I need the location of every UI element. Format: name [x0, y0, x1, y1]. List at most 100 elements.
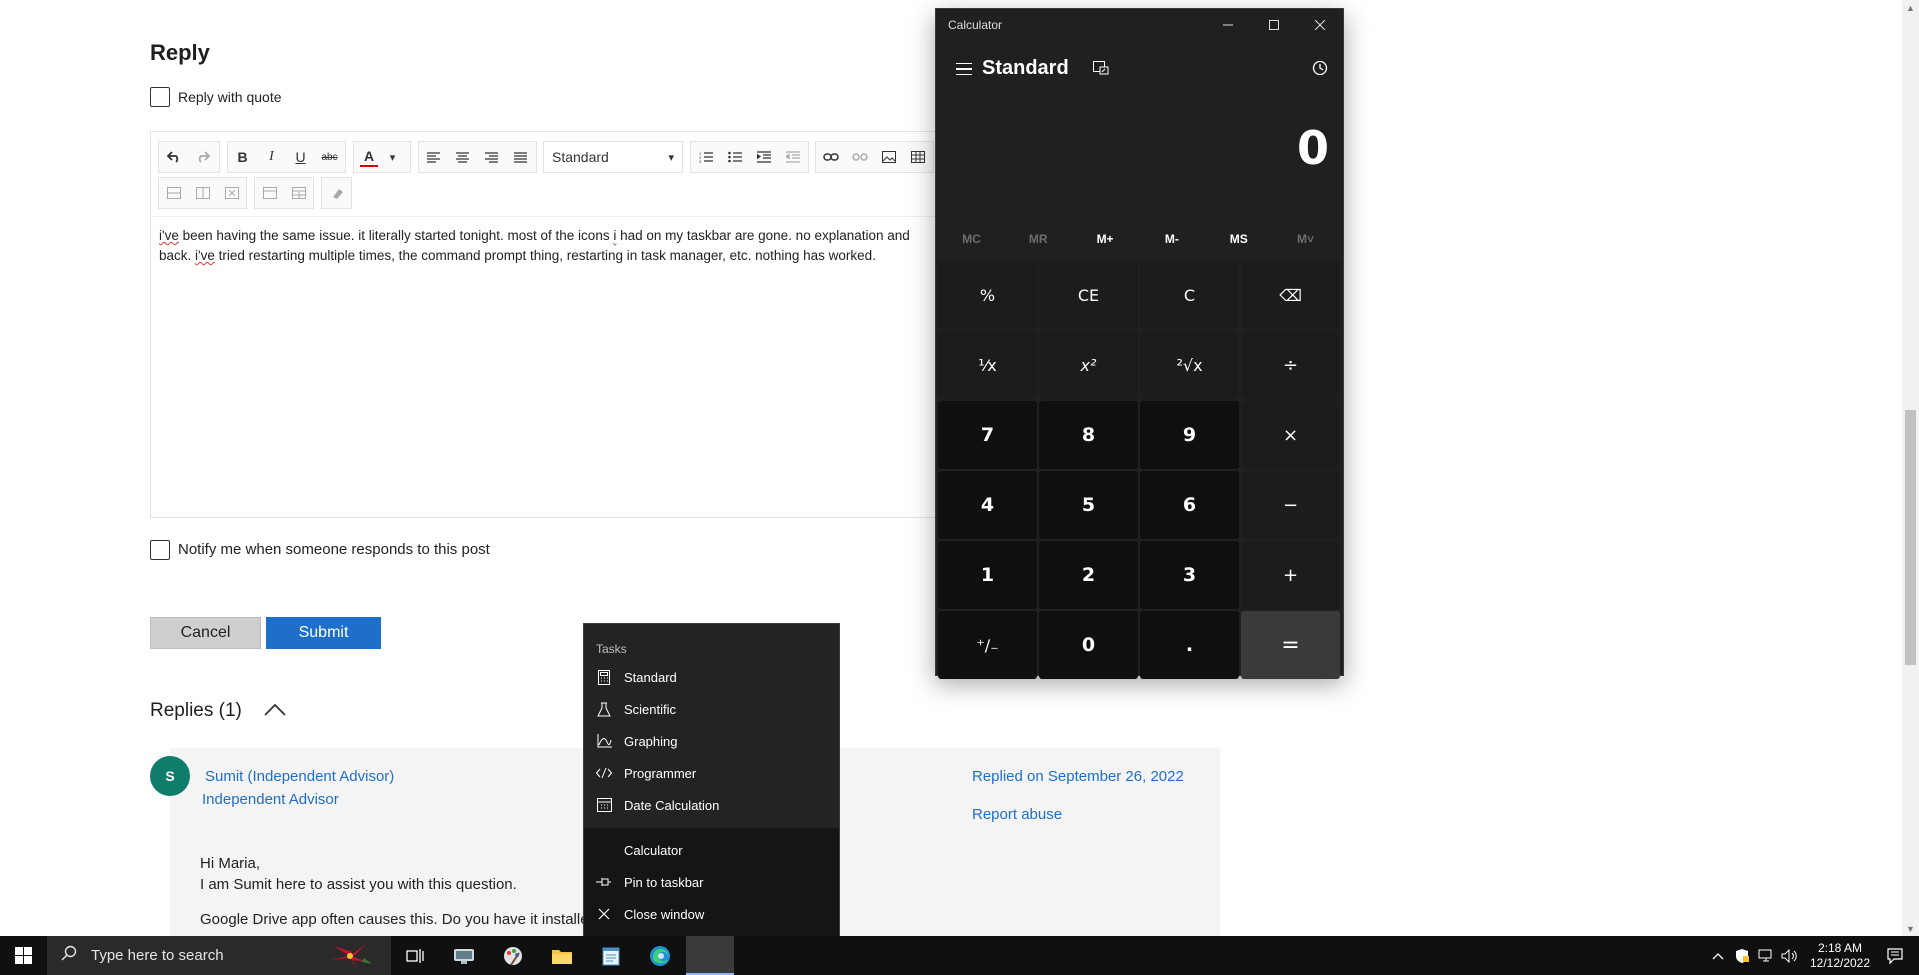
jump-list-item-scientific[interactable]: Scientific [584, 693, 839, 725]
pc-app-icon[interactable] [440, 936, 488, 975]
jump-list-open-app[interactable]: Calculator [584, 834, 839, 866]
notify-checkbox[interactable] [150, 540, 170, 560]
add-button[interactable]: + [1241, 541, 1340, 609]
replied-on-link[interactable]: Replied on September 26, 2022 [972, 768, 1184, 785]
memory-add-button[interactable]: M+ [1072, 221, 1139, 257]
security-shield-icon[interactable] [1732, 936, 1752, 975]
digit-6-button[interactable]: 6 [1140, 471, 1239, 539]
page-scrollbar[interactable]: ▲ ▼ [1902, 0, 1919, 936]
subtract-button[interactable]: − [1241, 471, 1340, 539]
digit-9-button[interactable]: 9 [1140, 401, 1239, 469]
close-icon[interactable] [1297, 9, 1343, 41]
chevron-up-icon[interactable] [264, 700, 286, 722]
unlink-icon[interactable] [845, 142, 874, 172]
maximize-icon[interactable] [1251, 9, 1297, 41]
history-icon[interactable] [1305, 53, 1335, 83]
table-delete-icon[interactable] [217, 178, 246, 208]
square-button[interactable]: x² [1039, 331, 1138, 399]
memory-subtract-button[interactable]: M- [1138, 221, 1205, 257]
table-icon[interactable] [903, 142, 932, 172]
clear-entry-button[interactable]: CE [1039, 261, 1138, 329]
outdent-icon[interactable] [778, 142, 807, 172]
notepad-app-icon[interactable] [587, 936, 635, 975]
cancel-button[interactable]: Cancel [150, 617, 261, 649]
decimal-button[interactable]: . [1140, 611, 1239, 679]
digit-7-button[interactable]: 7 [938, 401, 1037, 469]
align-center-icon[interactable] [448, 142, 477, 172]
negate-button[interactable]: ⁺∕₋ [938, 611, 1037, 679]
bold-icon[interactable]: B [228, 142, 257, 172]
undo-icon[interactable] [159, 142, 188, 172]
reply-with-quote-checkbox[interactable] [150, 87, 170, 107]
digit-8-button[interactable]: 8 [1039, 401, 1138, 469]
clear-button[interactable]: C [1140, 261, 1239, 329]
font-color-icon[interactable]: A [360, 147, 378, 167]
bullet-list-icon[interactable] [720, 142, 749, 172]
digit-5-button[interactable]: 5 [1039, 471, 1138, 539]
hamburger-menu-icon[interactable] [946, 52, 982, 86]
digit-2-button[interactable]: 2 [1039, 541, 1138, 609]
close-window-item[interactable]: Close window [584, 898, 839, 930]
file-explorer-icon[interactable] [538, 936, 586, 975]
keep-on-top-icon[interactable] [1088, 55, 1114, 81]
memory-clear-button[interactable]: MC [938, 221, 1005, 257]
memory-list-button[interactable]: M˅ [1272, 221, 1339, 257]
equals-button[interactable]: = [1241, 611, 1340, 679]
notifications-icon[interactable] [1875, 936, 1915, 975]
square-root-button[interactable]: ²√x [1140, 331, 1239, 399]
pin-to-taskbar-item[interactable]: Pin to taskbar [584, 866, 839, 898]
calculator-taskbar-button[interactable] [686, 936, 734, 975]
multiply-button[interactable]: × [1241, 401, 1340, 469]
calculator-titlebar[interactable]: Calculator [936, 9, 1343, 41]
poinsettia-icon[interactable] [324, 938, 376, 975]
digit-4-button[interactable]: 4 [938, 471, 1037, 539]
jump-list-item-standard[interactable]: Standard [584, 661, 839, 693]
memory-store-button[interactable]: MS [1205, 221, 1272, 257]
align-justify-icon[interactable] [506, 142, 535, 172]
cell-merge-icon[interactable] [255, 178, 284, 208]
memory-recall-button[interactable]: MR [1005, 221, 1072, 257]
scroll-down-icon[interactable]: ▼ [1906, 924, 1915, 934]
link-icon[interactable] [816, 142, 845, 172]
align-left-icon[interactable] [419, 142, 448, 172]
digit-1-button[interactable]: 1 [938, 541, 1037, 609]
divide-button[interactable]: ÷ [1241, 331, 1340, 399]
report-abuse-link[interactable]: Report abuse [972, 806, 1062, 823]
show-hidden-icons-icon[interactable] [1708, 936, 1728, 975]
taskbar-clock[interactable]: 2:18 AM 12/12/2022 [1795, 941, 1885, 971]
jump-list-item-programmer[interactable]: Programmer [584, 757, 839, 789]
style-select[interactable]: Standard ▾ [543, 141, 683, 173]
table-row-icon[interactable] [159, 178, 188, 208]
author-role-link[interactable]: Independent Advisor [202, 791, 339, 808]
jump-list-item-graphing[interactable]: Graphing [584, 725, 839, 757]
minimize-icon[interactable] [1205, 9, 1251, 41]
paint-app-icon[interactable] [489, 936, 537, 975]
percent-button[interactable]: % [938, 261, 1037, 329]
numbered-list-icon[interactable]: 123 [691, 142, 720, 172]
edge-browser-icon[interactable] [636, 936, 684, 975]
reciprocal-button[interactable]: ¹⁄x [938, 331, 1037, 399]
network-icon[interactable] [1756, 936, 1776, 975]
editor-content[interactable]: i've been having the same issue. it lite… [159, 226, 959, 266]
scroll-thumb[interactable] [1905, 410, 1916, 665]
scroll-up-icon[interactable]: ▲ [1906, 3, 1915, 13]
task-view-icon[interactable] [391, 936, 439, 975]
digit-0-button[interactable]: 0 [1039, 611, 1138, 679]
jump-list-item-date-calculation[interactable]: Date Calculation [584, 789, 839, 821]
windows-start-icon[interactable] [0, 936, 46, 975]
cell-split-icon[interactable] [284, 178, 313, 208]
strikethrough-icon[interactable]: abc [315, 142, 344, 172]
submit-button[interactable]: Submit [266, 617, 381, 649]
table-col-icon[interactable] [188, 178, 217, 208]
author-link[interactable]: Sumit (Independent Advisor) [205, 768, 394, 785]
image-icon[interactable] [874, 142, 903, 172]
align-right-icon[interactable] [477, 142, 506, 172]
clear-formatting-icon[interactable] [322, 178, 351, 208]
italic-icon[interactable]: I [257, 142, 286, 172]
indent-icon[interactable] [749, 142, 778, 172]
underline-icon[interactable]: U [286, 142, 315, 172]
taskbar-search-box[interactable]: Type here to search [47, 936, 391, 975]
redo-icon[interactable] [188, 142, 217, 172]
backspace-button[interactable]: ⌫ [1241, 261, 1340, 329]
font-color-dropdown-icon[interactable]: ▾ [378, 142, 407, 172]
